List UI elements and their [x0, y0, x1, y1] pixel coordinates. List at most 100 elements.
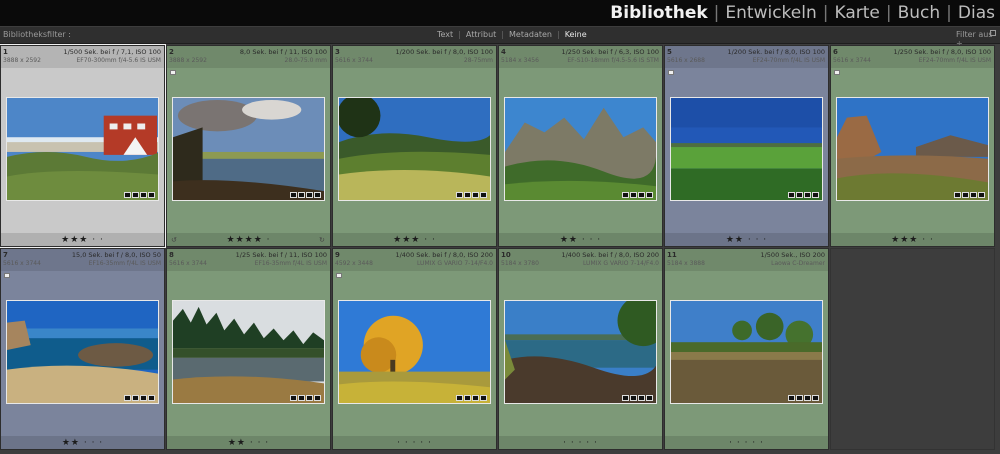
rotate-right-icon[interactable]: ↻ — [319, 237, 326, 244]
develop-badge-icon[interactable] — [148, 395, 155, 401]
star-rating[interactable]: ★★ · · · — [665, 235, 828, 245]
crop-badge-icon[interactable] — [140, 395, 147, 401]
photo-thumbnail[interactable] — [172, 97, 325, 201]
crop-badge-icon[interactable] — [472, 395, 479, 401]
module-dias[interactable]: Dias — [953, 3, 1000, 23]
module-separator: | — [946, 3, 952, 23]
pick-flag-icon[interactable] — [170, 70, 176, 75]
photo-thumbnail[interactable] — [670, 97, 823, 201]
photo-badges — [954, 192, 985, 198]
develop-badge-icon[interactable] — [148, 192, 155, 198]
pick-flag-icon[interactable] — [668, 70, 674, 75]
keyword-badge-icon[interactable] — [788, 192, 795, 198]
photo-thumbnail[interactable] — [504, 300, 657, 404]
photo-cell[interactable]: 6 5616 x 3744 1/250 Sek. bei f / 8,0, IS… — [830, 45, 995, 247]
keyword-badge-icon[interactable] — [124, 192, 131, 198]
crop-badge-icon[interactable] — [306, 395, 313, 401]
map-badge-icon[interactable] — [464, 192, 471, 198]
pick-flag-icon[interactable] — [834, 70, 840, 75]
star-rating[interactable]: ★★★ · · — [1, 235, 164, 245]
pick-flag-icon[interactable] — [4, 273, 10, 278]
photo-exposure: 1/400 Sek. bei f / 8,0, ISO 200 — [561, 251, 659, 259]
keyword-badge-icon[interactable] — [622, 192, 629, 198]
crop-badge-icon[interactable] — [804, 395, 811, 401]
filter-lock-icon[interactable] — [990, 30, 996, 36]
pick-flag-icon[interactable] — [336, 273, 342, 278]
photo-thumbnail[interactable] — [836, 97, 989, 201]
module-entwickeln[interactable]: Entwickeln — [720, 3, 821, 23]
star-rating[interactable]: ★★★ · · — [831, 235, 994, 245]
develop-badge-icon[interactable] — [978, 192, 985, 198]
photo-cell[interactable]: 2 3888 x 2592 8,0 Sek. bei f / 11, ISO 1… — [166, 45, 331, 247]
map-badge-icon[interactable] — [464, 395, 471, 401]
star-rating[interactable]: · · · · · — [333, 438, 496, 448]
crop-badge-icon[interactable] — [140, 192, 147, 198]
crop-badge-icon[interactable] — [638, 395, 645, 401]
develop-badge-icon[interactable] — [480, 192, 487, 198]
keyword-badge-icon[interactable] — [456, 192, 463, 198]
crop-badge-icon[interactable] — [804, 192, 811, 198]
filter-tab-text[interactable]: Text — [433, 30, 457, 39]
photo-thumbnail[interactable] — [504, 97, 657, 201]
develop-badge-icon[interactable] — [812, 395, 819, 401]
map-badge-icon[interactable] — [796, 192, 803, 198]
map-badge-icon[interactable] — [962, 192, 969, 198]
photo-cell[interactable]: 3 5616 x 3744 1/200 Sek. bei f / 8,0, IS… — [332, 45, 497, 247]
map-badge-icon[interactable] — [132, 192, 139, 198]
photo-cell[interactable]: 7 5616 x 3744 15,0 Sek. bei f / 8,0, ISO… — [0, 248, 165, 450]
star-rating[interactable]: ★★★ · · — [333, 235, 496, 245]
photo-thumbnail[interactable] — [338, 97, 491, 201]
keyword-badge-icon[interactable] — [788, 395, 795, 401]
develop-badge-icon[interactable] — [646, 395, 653, 401]
develop-badge-icon[interactable] — [646, 192, 653, 198]
develop-badge-icon[interactable] — [314, 192, 321, 198]
star-rating[interactable]: ★★ · · · — [1, 438, 164, 448]
keyword-badge-icon[interactable] — [456, 395, 463, 401]
photo-thumbnail[interactable] — [6, 300, 159, 404]
photo-cell[interactable]: 5 5616 x 2688 1/200 Sek. bei f / 8,0, IS… — [664, 45, 829, 247]
module-bibliothek[interactable]: Bibliothek — [605, 3, 712, 23]
star-rating[interactable]: ★★★★ · — [167, 235, 330, 245]
photo-thumbnail[interactable] — [6, 97, 159, 201]
crop-badge-icon[interactable] — [970, 192, 977, 198]
crop-badge-icon[interactable] — [638, 192, 645, 198]
photo-cell[interactable]: 10 5184 x 3780 1/400 Sek. bei f / 8,0, I… — [498, 248, 663, 450]
filter-tab-keine[interactable]: Keine — [561, 30, 591, 39]
photo-cell[interactable]: 9 4592 x 3448 1/400 Sek. bei f / 8,0, IS… — [332, 248, 497, 450]
star-rating[interactable]: · · · · · — [499, 438, 662, 448]
map-badge-icon[interactable] — [630, 192, 637, 198]
keyword-badge-icon[interactable] — [954, 192, 961, 198]
photo-cell[interactable]: 4 5184 x 3456 1/250 Sek. bei f / 6,3, IS… — [498, 45, 663, 247]
photo-thumbnail[interactable] — [670, 300, 823, 404]
map-badge-icon[interactable] — [796, 395, 803, 401]
map-badge-icon[interactable] — [298, 395, 305, 401]
photo-index: 8 — [169, 251, 174, 259]
develop-badge-icon[interactable] — [480, 395, 487, 401]
star-rating[interactable]: ★★ · · · — [167, 438, 330, 448]
keyword-badge-icon[interactable] — [622, 395, 629, 401]
crop-badge-icon[interactable] — [306, 192, 313, 198]
filter-tab-attribut[interactable]: Attribut — [462, 30, 500, 39]
develop-badge-icon[interactable] — [314, 395, 321, 401]
photo-cell[interactable]: 11 5184 x 3888 1/500 Sek., ISO 200 Laowa… — [664, 248, 829, 450]
module-karte[interactable]: Karte — [829, 3, 884, 23]
photo-thumbnail[interactable] — [172, 300, 325, 404]
keyword-badge-icon[interactable] — [124, 395, 131, 401]
star-rating[interactable]: ★★ · · · — [499, 235, 662, 245]
filter-tab-metadaten[interactable]: Metadaten — [505, 30, 556, 39]
rotate-left-icon[interactable]: ↺ — [171, 237, 178, 244]
keyword-badge-icon[interactable] — [290, 192, 297, 198]
module-buch[interactable]: Buch — [893, 3, 946, 23]
map-badge-icon[interactable] — [630, 395, 637, 401]
star-rating[interactable]: · · · · · — [665, 438, 828, 448]
develop-badge-icon[interactable] — [812, 192, 819, 198]
keyword-badge-icon[interactable] — [290, 395, 297, 401]
map-badge-icon[interactable] — [132, 395, 139, 401]
map-badge-icon[interactable] — [298, 192, 305, 198]
photo-exposure: 15,0 Sek. bei f / 8,0, ISO 50 — [71, 251, 161, 259]
photo-cell[interactable]: 8 5616 x 3744 1/25 Sek. bei f / 11, ISO … — [166, 248, 331, 450]
photo-thumbnail[interactable] — [338, 300, 491, 404]
photo-badges — [124, 192, 155, 198]
crop-badge-icon[interactable] — [472, 192, 479, 198]
photo-cell[interactable]: 1 3888 x 2592 1/500 Sek. bei f / 7,1, IS… — [0, 44, 166, 248]
